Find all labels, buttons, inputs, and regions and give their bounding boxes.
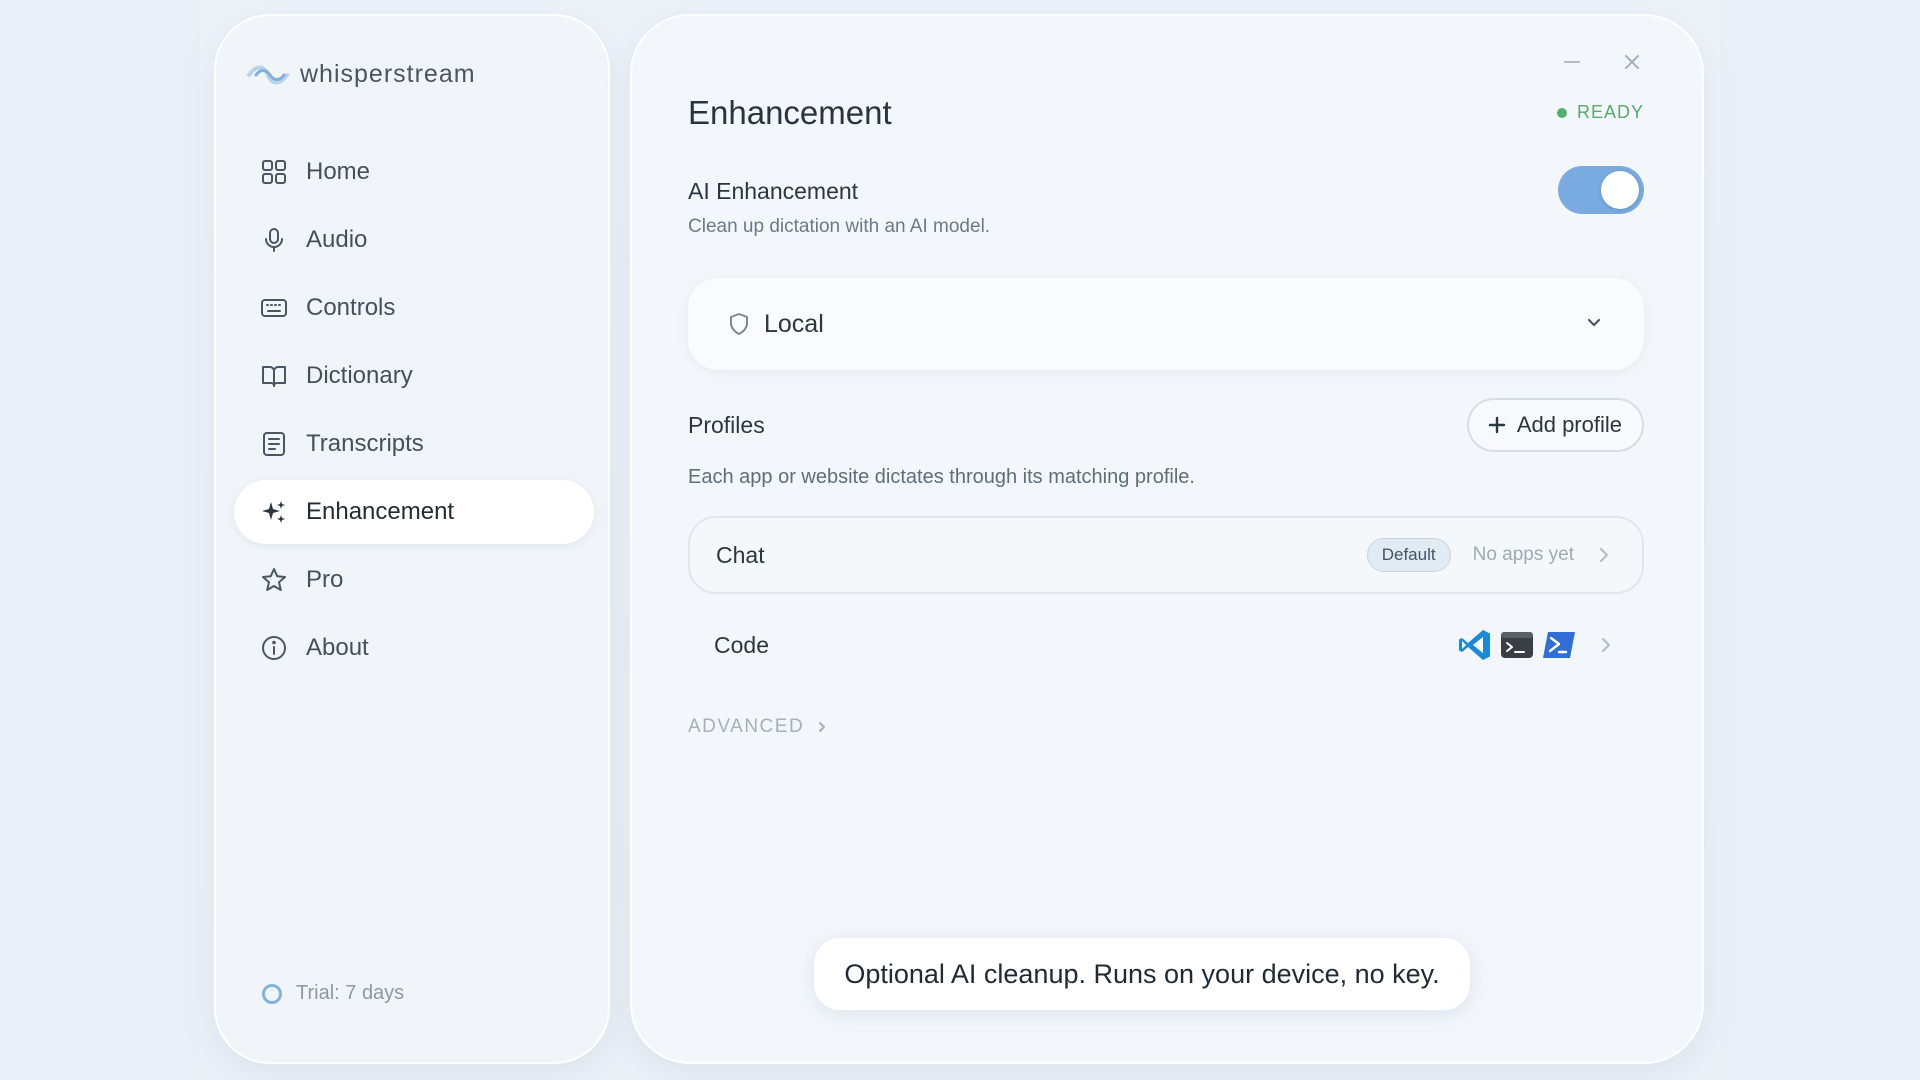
sidebar-item-transcripts[interactable]: Transcripts — [234, 412, 594, 476]
sidebar-item-controls[interactable]: Controls — [234, 276, 594, 340]
close-icon — [1625, 55, 1639, 69]
sidebar-item-dictionary[interactable]: Dictionary — [234, 344, 594, 408]
sidebar: whisperstream Home Audio Controls Dictio… — [214, 14, 610, 1064]
sparkles-icon — [262, 501, 285, 523]
chevron-right-icon — [1601, 637, 1611, 653]
profiles-title: Profiles — [688, 412, 765, 438]
info-icon — [262, 636, 286, 660]
model-select-value: Local — [764, 309, 824, 338]
sidebar-item-home[interactable]: Home — [234, 140, 594, 204]
profile-name: Chat — [716, 541, 765, 568]
microphone-icon — [265, 228, 283, 252]
sidebar-nav: Home Audio Controls Dictionary Transcrip… — [234, 140, 594, 684]
keyboard-icon — [261, 299, 287, 317]
profile-name: Code — [714, 631, 769, 658]
ai-enhancement-toggle[interactable] — [1558, 166, 1644, 214]
status-badge: READY — [1556, 102, 1644, 123]
sidebar-item-label: Enhancement — [306, 498, 455, 525]
model-select[interactable]: Local — [688, 278, 1644, 370]
ai-enhancement-subtitle: Clean up dictation with an AI model. — [688, 216, 991, 237]
sidebar-item-label: Dictionary — [306, 362, 413, 389]
profile-row-meta — [1458, 606, 1614, 684]
trial-status[interactable]: Trial: 7 days — [262, 982, 404, 1005]
whisperstream-logo-icon — [247, 65, 289, 84]
status-dot-icon — [1556, 107, 1567, 118]
minimize-button[interactable] — [1558, 48, 1586, 76]
info-toast: Optional AI cleanup. Runs on your device… — [814, 938, 1470, 1010]
sidebar-item-label: Audio — [306, 226, 368, 253]
close-button[interactable] — [1618, 48, 1646, 76]
sidebar-item-audio[interactable]: Audio — [234, 208, 594, 272]
sidebar-item-about[interactable]: About — [234, 616, 594, 680]
vscode-icon — [1459, 630, 1490, 660]
sidebar-item-label: Controls — [306, 294, 396, 321]
profile-row-code[interactable]: Code — [688, 606, 1644, 684]
shield-icon — [730, 313, 748, 335]
terminal-icon — [1501, 632, 1533, 658]
minimize-icon — [1564, 61, 1580, 63]
sidebar-item-label: Transcripts — [306, 430, 424, 457]
brand: whisperstream — [246, 60, 476, 89]
page-title: Enhancement — [688, 94, 892, 131]
profile-row-meta: Default No apps yet — [1366, 518, 1612, 592]
sidebar-item-enhancement[interactable]: Enhancement — [234, 480, 594, 544]
chevron-right-icon — [1599, 547, 1609, 563]
ai-enhancement-title: AI Enhancement — [688, 178, 859, 204]
no-apps-text: No apps yet — [1472, 544, 1574, 565]
main-panel: Enhancement READY AI Enhancement Clean u… — [630, 14, 1704, 1064]
book-icon — [262, 366, 286, 387]
star-icon — [262, 568, 286, 591]
toggle-knob — [1601, 171, 1639, 209]
document-lines-icon — [263, 432, 285, 456]
powershell-icon — [1543, 632, 1575, 658]
sidebar-item-label: About — [306, 634, 369, 661]
profiles-subtitle: Each app or website dictates through its… — [688, 466, 1195, 488]
trial-progress-ring-icon — [262, 983, 282, 1004]
brand-name: whisperstream — [300, 60, 476, 88]
status-text: READY — [1576, 102, 1644, 122]
trial-label: Trial: 7 days — [296, 982, 405, 1004]
add-profile-button[interactable]: Add profile — [1466, 398, 1644, 452]
profile-row-chat[interactable]: Chat Default No apps yet — [688, 516, 1644, 594]
plus-icon — [1488, 416, 1506, 434]
advanced-toggle[interactable]: ADVANCED — [688, 716, 828, 738]
home-grid-icon — [262, 160, 286, 184]
chevron-down-icon — [1587, 318, 1601, 327]
advanced-label: ADVANCED — [688, 716, 805, 737]
sidebar-item-pro[interactable]: Pro — [234, 548, 594, 612]
default-badge: Default — [1366, 538, 1451, 572]
add-profile-label: Add profile — [1516, 412, 1622, 437]
sidebar-item-label: Pro — [306, 566, 344, 593]
sidebar-item-label: Home — [306, 158, 371, 185]
profile-app-icons — [1458, 628, 1576, 662]
chevron-right-icon — [819, 722, 826, 732]
